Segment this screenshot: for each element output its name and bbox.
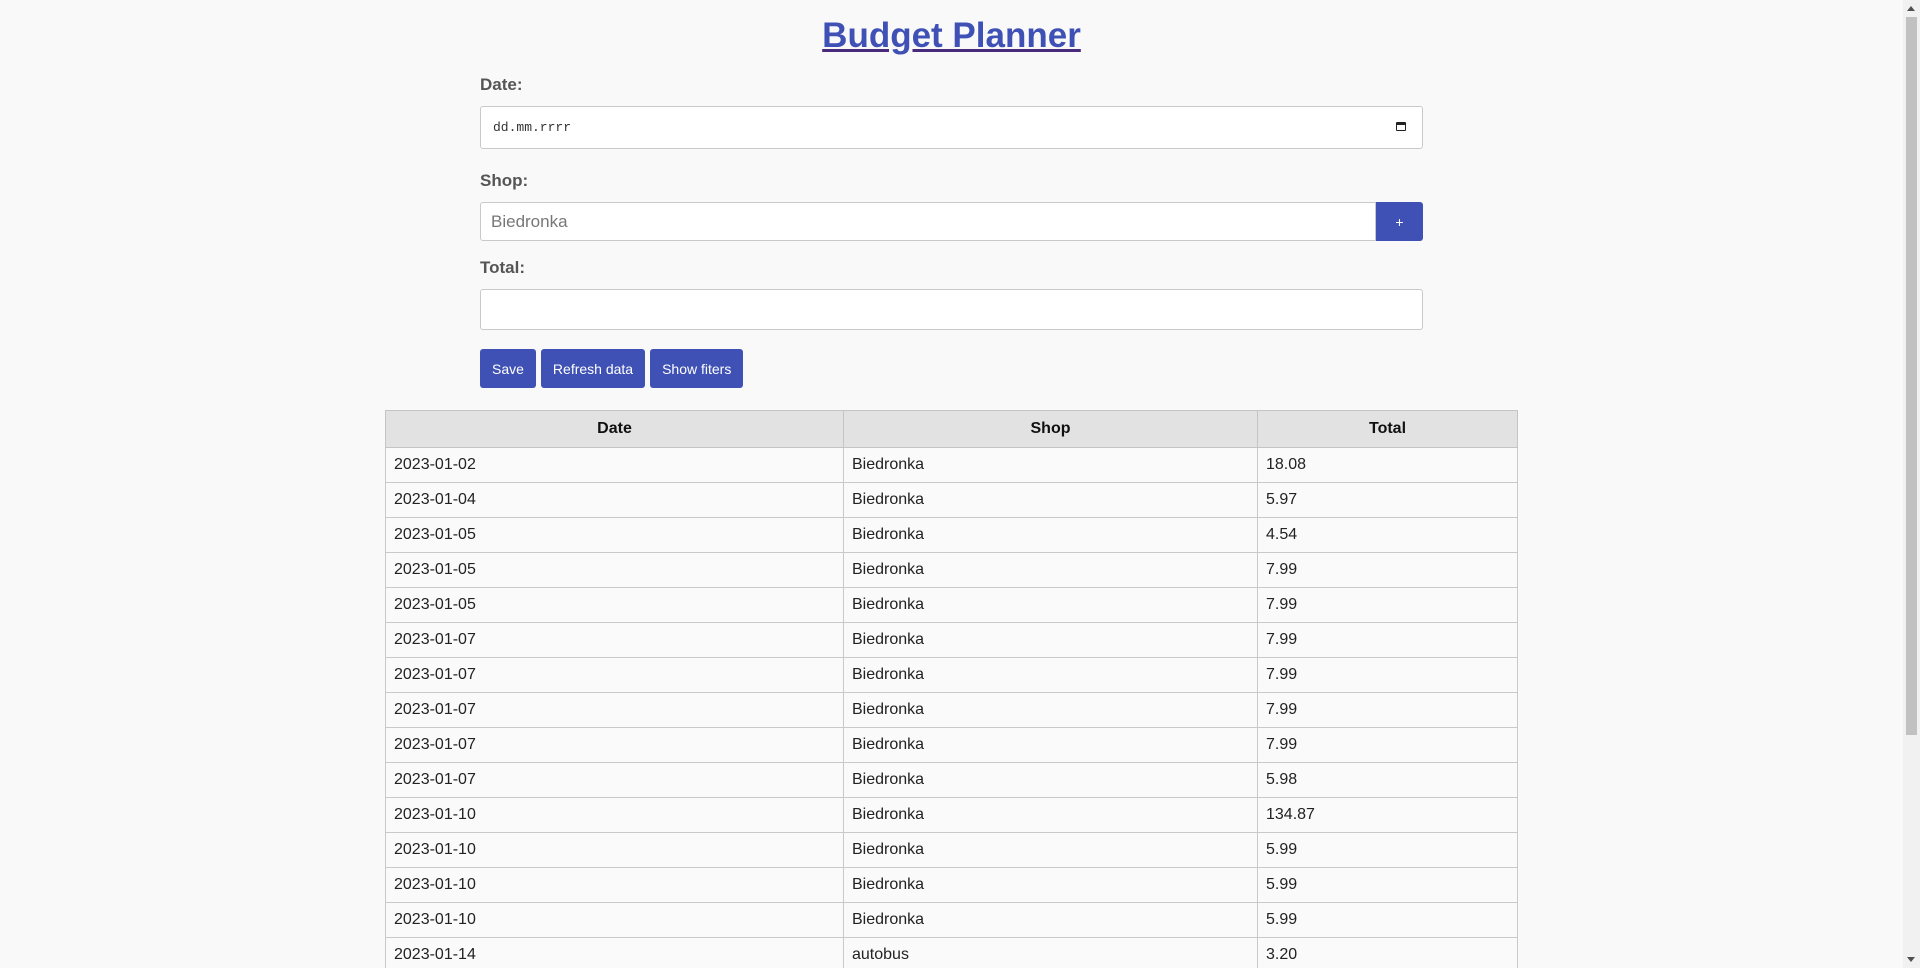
- cell-shop: Biedronka: [843, 692, 1258, 728]
- cell-total: 7.99: [1257, 727, 1518, 763]
- shop-input[interactable]: [480, 202, 1376, 241]
- cell-shop: Biedronka: [843, 657, 1258, 693]
- table-row: 2023-01-07 Biedronka 5.98: [385, 762, 1518, 798]
- table-row: 2023-01-10 Biedronka 5.99: [385, 902, 1518, 938]
- cell-shop: Biedronka: [843, 762, 1258, 798]
- expense-form: Date: dd.mm.rrrr Shop: + Total: Save Ref…: [480, 75, 1423, 388]
- cell-date: 2023-01-05: [385, 552, 844, 588]
- action-buttons: Save Refresh data Show fiters: [480, 349, 1423, 388]
- table-row: 2023-01-05 Biedronka 7.99: [385, 587, 1518, 623]
- cell-shop: Biedronka: [843, 517, 1258, 553]
- table-body: 2023-01-02 Biedronka 18.08 2023-01-04 Biedro…: [385, 447, 1518, 968]
- refresh-data-button[interactable]: Refresh data: [540, 349, 646, 388]
- table-row: 2023-01-10 Biedronka 134.87: [385, 797, 1518, 833]
- date-input[interactable]: dd.mm.rrrr: [480, 106, 1423, 149]
- shop-row: +: [480, 202, 1423, 241]
- cell-date: 2023-01-10: [385, 832, 844, 868]
- table-row: 2023-01-05 Biedronka 4.54: [385, 517, 1518, 553]
- cell-shop: Biedronka: [843, 797, 1258, 833]
- add-shop-button[interactable]: +: [1376, 202, 1423, 241]
- cell-shop: Biedronka: [843, 622, 1258, 658]
- cell-date: 2023-01-05: [385, 587, 844, 623]
- cell-date: 2023-01-07: [385, 692, 844, 728]
- cell-total: 4.54: [1257, 517, 1518, 553]
- table-row: 2023-01-04 Biedronka 5.97: [385, 482, 1518, 518]
- cell-shop: Biedronka: [843, 832, 1258, 868]
- cell-shop: Biedronka: [843, 902, 1258, 938]
- cell-date: 2023-01-14: [385, 937, 844, 968]
- cell-date: 2023-01-07: [385, 657, 844, 693]
- cell-shop: Biedronka: [843, 587, 1258, 623]
- cell-shop: Biedronka: [843, 447, 1258, 483]
- table-header-row: Date Shop Total: [385, 410, 1518, 448]
- cell-date: 2023-01-10: [385, 867, 844, 903]
- cell-total: 5.98: [1257, 762, 1518, 798]
- cell-total: 7.99: [1257, 622, 1518, 658]
- page: Budget Planner Date: dd.mm.rrrr Shop: + …: [0, 0, 1920, 968]
- cell-total: 134.87: [1257, 797, 1518, 833]
- cell-date: 2023-01-10: [385, 902, 844, 938]
- column-header-date: Date: [385, 410, 844, 448]
- cell-total: 3.20: [1257, 937, 1518, 968]
- table-row: 2023-01-07 Biedronka 7.99: [385, 657, 1518, 693]
- table-row: 2023-01-07 Biedronka 7.99: [385, 622, 1518, 658]
- cell-date: 2023-01-07: [385, 727, 844, 763]
- cell-date: 2023-01-10: [385, 797, 844, 833]
- table-row: 2023-01-14 autobus 3.20: [385, 937, 1518, 968]
- cell-total: 7.99: [1257, 692, 1518, 728]
- cell-shop: Biedronka: [843, 482, 1258, 518]
- table-row: 2023-01-05 Biedronka 7.99: [385, 552, 1518, 588]
- cell-shop: Biedronka: [843, 867, 1258, 903]
- column-header-shop: Shop: [843, 410, 1258, 448]
- cell-date: 2023-01-04: [385, 482, 844, 518]
- scrollbar-thumb[interactable]: [1906, 17, 1917, 735]
- scroll-down-arrow-icon[interactable]: [1907, 957, 1915, 962]
- table-row: 2023-01-07 Biedronka 7.99: [385, 727, 1518, 763]
- expenses-table: Date Shop Total 2023-01-02 Biedronka 18.08…: [385, 410, 1518, 968]
- cell-total: 5.99: [1257, 832, 1518, 868]
- scroll-up-arrow-icon[interactable]: [1907, 6, 1915, 11]
- total-input[interactable]: [480, 289, 1423, 330]
- header: Budget Planner: [0, 16, 1903, 56]
- date-placeholder: dd.mm.rrrr: [493, 120, 572, 135]
- table-row: 2023-01-07 Biedronka 7.99: [385, 692, 1518, 728]
- shop-label: Shop:: [480, 171, 529, 190]
- column-header-total: Total: [1257, 410, 1518, 448]
- cell-shop: Biedronka: [843, 552, 1258, 588]
- show-filters-button[interactable]: Show fiters: [650, 349, 744, 388]
- cell-total: 7.99: [1257, 657, 1518, 693]
- cell-date: 2023-01-07: [385, 762, 844, 798]
- cell-total: 7.99: [1257, 587, 1518, 623]
- date-label: Date:: [480, 75, 523, 94]
- total-label: Total:: [480, 258, 526, 277]
- cell-date: 2023-01-05: [385, 517, 844, 553]
- vertical-scrollbar[interactable]: [1903, 0, 1920, 968]
- cell-total: 5.99: [1257, 867, 1518, 903]
- cell-total: 7.99: [1257, 552, 1518, 588]
- table-row: 2023-01-10 Biedronka 5.99: [385, 832, 1518, 868]
- cell-total: 5.99: [1257, 902, 1518, 938]
- table-row: 2023-01-10 Biedronka 5.99: [385, 867, 1518, 903]
- cell-shop: Biedronka: [843, 727, 1258, 763]
- calendar-icon[interactable]: [1396, 122, 1406, 131]
- save-button[interactable]: Save: [480, 349, 536, 388]
- cell-total: 18.08: [1257, 447, 1518, 483]
- table-row: 2023-01-02 Biedronka 18.08: [385, 447, 1518, 483]
- cell-shop: autobus: [843, 937, 1258, 968]
- page-title[interactable]: Budget Planner: [822, 16, 1081, 55]
- cell-date: 2023-01-07: [385, 622, 844, 658]
- cell-total: 5.97: [1257, 482, 1518, 518]
- cell-date: 2023-01-02: [385, 447, 844, 483]
